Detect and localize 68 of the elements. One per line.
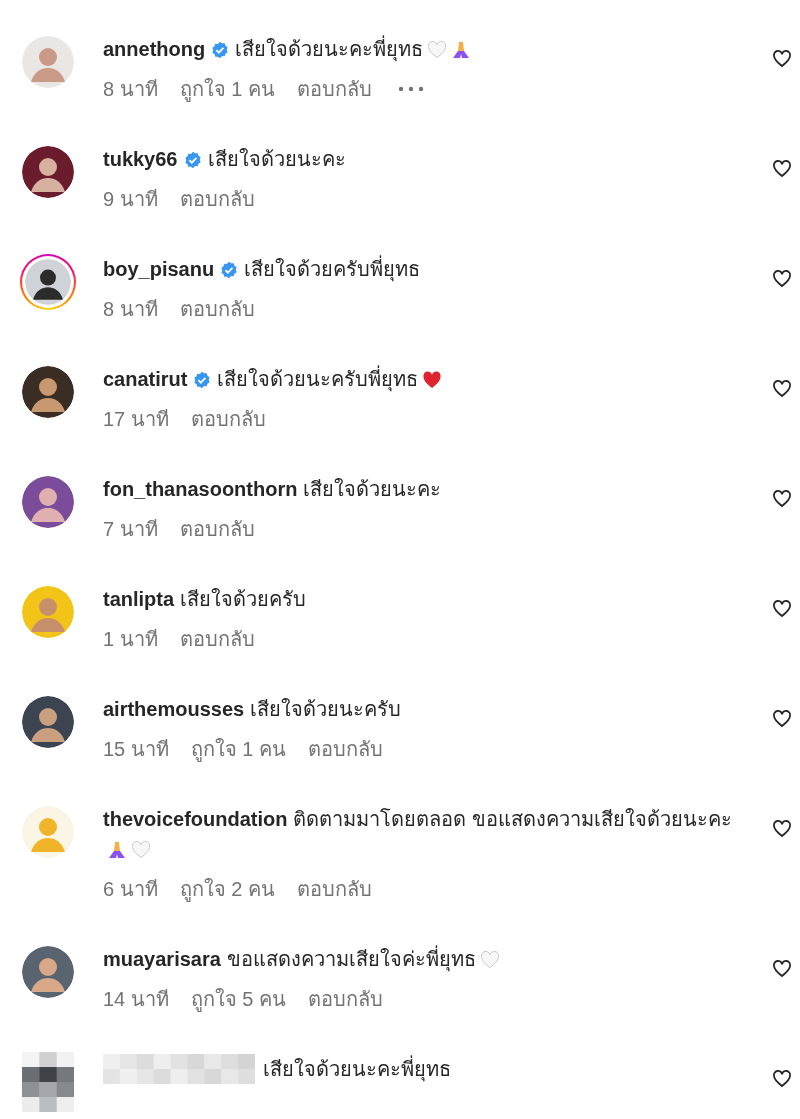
avatar[interactable] bbox=[22, 146, 74, 198]
reply-button[interactable]: ตอบกลับ bbox=[190, 404, 266, 434]
comment-time: 7 นาที bbox=[103, 517, 158, 542]
heart-icon bbox=[422, 370, 443, 390]
reply-button[interactable]: ตอบกลับ bbox=[179, 294, 255, 324]
like-button[interactable] bbox=[772, 269, 792, 289]
like-button[interactable] bbox=[772, 599, 792, 619]
avatar[interactable] bbox=[22, 696, 74, 748]
comment-text: เสียใจด้วยครับ bbox=[180, 588, 307, 610]
comment-time: 15 นาที bbox=[103, 737, 169, 762]
heart-icon bbox=[772, 599, 792, 619]
reply-button[interactable]: ตอบกลับ bbox=[179, 184, 255, 214]
username[interactable]: airthemousses bbox=[103, 698, 245, 720]
likes-count[interactable]: ถูกใจ 1 คน bbox=[190, 734, 287, 764]
heart-icon bbox=[772, 1069, 792, 1089]
username[interactable]: boy_pisanu bbox=[103, 258, 215, 280]
reply-button[interactable]: ตอบกลับ bbox=[179, 514, 255, 544]
like-button[interactable] bbox=[772, 159, 792, 179]
heart-icon bbox=[427, 40, 448, 60]
username[interactable]: canatirut bbox=[103, 368, 188, 390]
comment-time: 17 นาที bbox=[103, 407, 169, 432]
heart-icon bbox=[772, 709, 792, 729]
comment-time: 14 นาที bbox=[103, 987, 169, 1012]
heart-icon bbox=[772, 959, 792, 979]
comment-time: 1 นาที bbox=[103, 627, 158, 652]
reply-button[interactable]: ตอบกลับ bbox=[179, 624, 255, 654]
comment-time: 8 นาที bbox=[103, 77, 158, 102]
comment-text: ติดตามมาโดยตลอด ขอแสดงความเสียใจด้วยนะคะ bbox=[293, 808, 732, 830]
username[interactable]: muayarisara bbox=[103, 948, 221, 970]
folded-hands-icon bbox=[451, 40, 472, 60]
username[interactable]: tanlipta bbox=[103, 588, 175, 610]
like-button[interactable] bbox=[772, 819, 792, 839]
avatar[interactable] bbox=[22, 366, 74, 418]
heart-icon bbox=[772, 49, 792, 69]
folded-hands-icon bbox=[107, 840, 127, 860]
heart-icon bbox=[131, 840, 151, 860]
like-button[interactable] bbox=[772, 1069, 792, 1089]
reply-button[interactable]: ตอบกลับ bbox=[296, 74, 372, 104]
username[interactable]: thevoicefoundation bbox=[103, 808, 288, 830]
username[interactable]: annethong bbox=[103, 38, 206, 60]
reply-button[interactable]: ตอบกลับ bbox=[308, 734, 384, 764]
comment-time: 9 นาที bbox=[103, 187, 158, 212]
heart-icon bbox=[772, 489, 792, 509]
comment-time: 8 นาที bbox=[103, 297, 158, 322]
username[interactable]: tukky66 bbox=[103, 148, 178, 170]
like-button[interactable] bbox=[772, 959, 792, 979]
heart-icon bbox=[772, 159, 792, 179]
likes-count[interactable]: ถูกใจ 2 คน bbox=[179, 874, 275, 904]
heart-icon bbox=[479, 950, 500, 970]
like-button[interactable] bbox=[772, 49, 792, 69]
like-button[interactable] bbox=[772, 709, 792, 729]
heart-icon bbox=[772, 379, 792, 399]
likes-count[interactable]: ถูกใจ 5 คน bbox=[190, 984, 287, 1014]
comment-text: เสียใจด้วยนะคะ bbox=[207, 148, 346, 170]
likes-count[interactable]: ถูกใจ 1 คน bbox=[179, 74, 275, 104]
reply-button[interactable]: ตอบกลับ bbox=[308, 984, 384, 1014]
username[interactable]: fon_thanasoonthorn bbox=[103, 478, 298, 500]
comment-text: เสียใจด้วยนะคะ bbox=[303, 478, 442, 500]
avatar[interactable] bbox=[22, 946, 74, 998]
like-button[interactable] bbox=[772, 379, 792, 399]
comment-time: 6 นาที bbox=[103, 877, 158, 902]
like-button[interactable] bbox=[772, 489, 792, 509]
comment-text: เสียใจด้วยนะครับ bbox=[250, 698, 402, 720]
reply-button[interactable]: ตอบกลับ bbox=[296, 874, 372, 904]
heart-icon bbox=[772, 269, 792, 289]
avatar[interactable] bbox=[22, 476, 74, 528]
heart-icon bbox=[772, 819, 792, 839]
more-options-icon[interactable] bbox=[397, 86, 424, 92]
